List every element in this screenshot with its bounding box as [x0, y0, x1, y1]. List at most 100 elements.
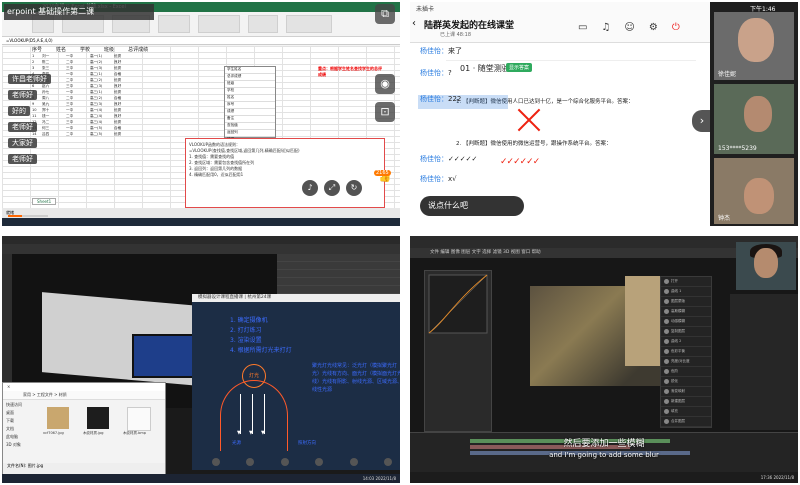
table-cell[interactable]: 高三(2): [90, 96, 114, 101]
table-cell[interactable]: 刘一: [42, 54, 66, 59]
table-cell[interactable]: 孙七: [42, 90, 66, 95]
table-cell[interactable]: 张三: [42, 66, 66, 71]
participant-camera[interactable]: 钟杰: [714, 158, 794, 224]
chat-icon[interactable]: ▭: [578, 22, 587, 33]
history-item[interactable]: 曲线 2: [661, 337, 711, 347]
sidebar-item[interactable]: 桌面: [6, 409, 34, 417]
share-icon[interactable]: [280, 458, 289, 466]
table-cell[interactable]: 9: [32, 102, 42, 106]
table-cell[interactable]: 优秀: [114, 108, 138, 113]
student-table[interactable]: 1刘一一中高一(1)优秀2陈二二中高一(2)良好3张三三中高一(3)优秀4李四一…: [32, 54, 138, 138]
table-cell[interactable]: 高一(5): [90, 126, 114, 131]
pen-icon[interactable]: [315, 458, 324, 466]
table-cell[interactable]: 吴九: [42, 102, 66, 107]
table-cell[interactable]: 二中: [66, 78, 90, 83]
object-row[interactable]: [277, 262, 400, 270]
table-cell[interactable]: 3: [32, 66, 42, 70]
table-cell[interactable]: 优秀: [114, 132, 138, 137]
layers-panel[interactable]: [730, 294, 798, 430]
mic-icon[interactable]: ♫: [601, 22, 610, 33]
table-cell[interactable]: 合格: [114, 72, 138, 77]
back-icon[interactable]: ‹: [412, 18, 416, 29]
table-cell[interactable]: 合格: [114, 126, 138, 131]
table-cell[interactable]: 陈二: [42, 60, 66, 65]
playback-progress[interactable]: [8, 215, 48, 217]
object-row[interactable]: [277, 278, 400, 286]
table-cell[interactable]: 良好: [114, 114, 138, 119]
history-item[interactable]: 打开: [661, 277, 711, 287]
table-cell[interactable]: 良好: [114, 102, 138, 107]
table-cell[interactable]: 一中: [66, 126, 90, 131]
table-cell[interactable]: 高一(4): [90, 108, 114, 113]
table-cell[interactable]: 高一(1): [90, 54, 114, 59]
history-item[interactable]: 填充: [661, 407, 711, 417]
ribbon-number-group[interactable]: [158, 15, 190, 33]
fullscreen-icon[interactable]: ⤢: [324, 180, 340, 196]
table-cell[interactable]: 二中: [66, 114, 90, 119]
camera-icon[interactable]: ◉: [375, 74, 395, 94]
participant-camera[interactable]: 153****5239: [714, 84, 794, 154]
table-cell[interactable]: 周八: [42, 96, 66, 101]
table-cell[interactable]: 何三: [42, 126, 66, 131]
table-cell[interactable]: 6: [32, 84, 42, 88]
history-item[interactable]: 亮度/对比度: [661, 357, 711, 367]
table-cell[interactable]: 高二(2): [90, 78, 114, 83]
table-cell[interactable]: 优秀: [114, 78, 138, 83]
sidebar-item[interactable]: 3D 对象: [6, 441, 34, 449]
history-item[interactable]: 复制图层: [661, 327, 711, 337]
table-cell[interactable]: 三中: [66, 120, 90, 125]
file-thumbnail[interactable]: [87, 407, 109, 429]
user-icon[interactable]: ☺: [624, 22, 634, 33]
explorer-path[interactable]: 家用 > 工程文件 > 材质: [3, 391, 165, 400]
table-row[interactable]: 14 吕四 二中 高二(5) 优秀: [32, 132, 138, 138]
object-row[interactable]: [277, 270, 400, 278]
table-cell[interactable]: 高三(4): [90, 120, 114, 125]
table-cell[interactable]: 吕四: [42, 132, 66, 137]
table-cell[interactable]: 优秀: [114, 90, 138, 95]
history-item[interactable]: 新建图层: [661, 397, 711, 407]
volume-icon[interactable]: ♪: [302, 180, 318, 196]
table-cell[interactable]: 二中: [66, 60, 90, 65]
table-cell[interactable]: 良好: [114, 84, 138, 89]
sidebar-item[interactable]: 下载: [6, 417, 34, 425]
table-cell[interactable]: 良好: [114, 60, 138, 65]
table-cell[interactable]: 高一(3): [90, 66, 114, 71]
table-cell[interactable]: 高二(3): [90, 84, 114, 89]
table-cell[interactable]: 优秀: [114, 54, 138, 59]
table-cell[interactable]: 优秀: [114, 120, 138, 125]
table-cell[interactable]: 一中: [66, 108, 90, 113]
more-icon[interactable]: [383, 458, 392, 466]
unlock-icon[interactable]: ⊡: [375, 102, 395, 122]
table-cell[interactable]: 郑十: [42, 108, 66, 113]
sheet-tab[interactable]: Sheet1: [32, 198, 57, 205]
sidebar-item[interactable]: 快速访问: [6, 401, 34, 409]
table-cell[interactable]: 高二(1): [90, 72, 114, 77]
refresh-icon[interactable]: ↻: [346, 180, 362, 196]
share-icon[interactable]: ⧉: [375, 4, 395, 24]
table-cell[interactable]: 1: [32, 54, 42, 58]
table-cell[interactable]: 优秀: [114, 66, 138, 71]
show-answer-button[interactable]: 显示答案: [506, 63, 533, 72]
history-item[interactable]: 渐变映射: [661, 387, 711, 397]
table-cell[interactable]: 高二(4): [90, 114, 114, 119]
chat-input[interactable]: 说点什么吧: [420, 196, 524, 216]
ribbon-styles-group[interactable]: [198, 15, 240, 33]
table-cell[interactable]: 高一(2): [90, 60, 114, 65]
table-cell[interactable]: 三中: [66, 84, 90, 89]
history-item[interactable]: 色阶: [661, 367, 711, 377]
table-cell[interactable]: 钱一: [42, 114, 66, 119]
sidebar-item[interactable]: 此电脑: [6, 433, 34, 441]
formula-bar[interactable]: =VLOOKUP(D5,A:E,4,0): [2, 37, 400, 45]
history-item[interactable]: 合并图层: [661, 417, 711, 427]
table-cell[interactable]: 2: [32, 60, 42, 64]
camera-icon[interactable]: [246, 458, 255, 466]
table-cell[interactable]: 14: [32, 132, 42, 136]
table-cell[interactable]: 一中: [66, 54, 90, 59]
table-cell[interactable]: 一中: [66, 72, 90, 77]
history-panel[interactable]: 打开 曲线 1 图层蒙版 高斯模糊 动感模糊 复制图层 曲线 2 色彩平衡 亮度/对比度 色阶 锐化…: [660, 276, 712, 428]
table-cell[interactable]: 二中: [66, 132, 90, 137]
sidebar-item[interactable]: 文档: [6, 425, 34, 433]
table-cell[interactable]: 11: [32, 114, 42, 118]
table-cell[interactable]: 合格: [114, 96, 138, 101]
ribbon-cells-group[interactable]: [248, 15, 278, 33]
